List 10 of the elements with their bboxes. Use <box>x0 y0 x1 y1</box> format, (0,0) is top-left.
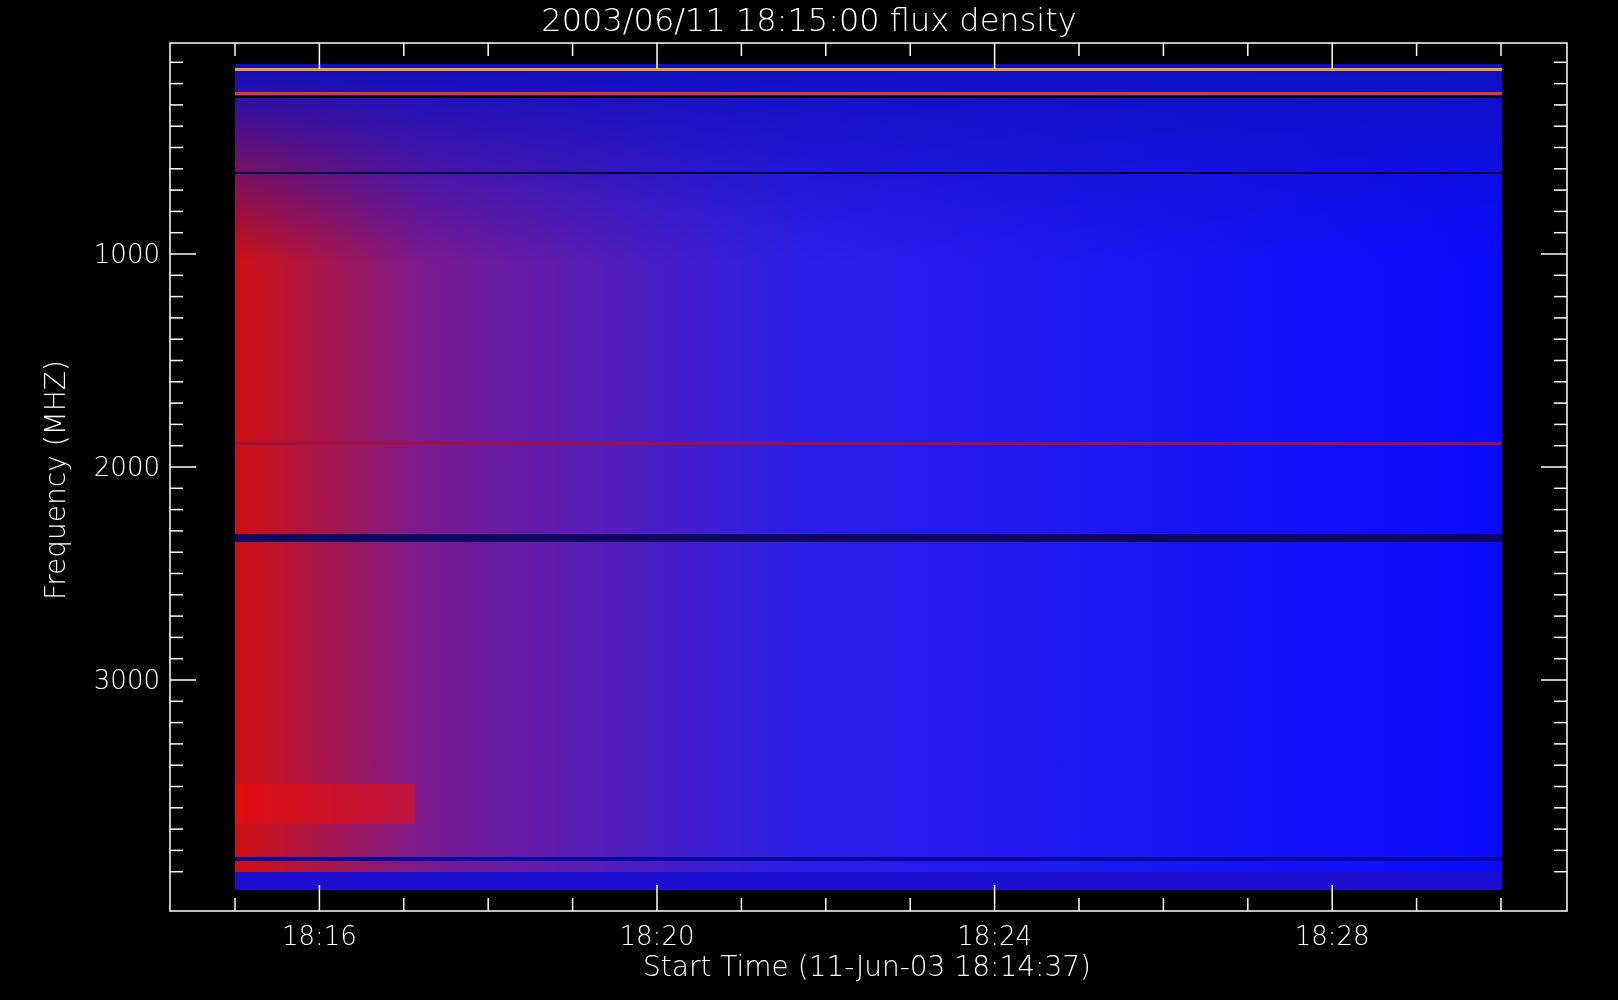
tick-label: 18:16 <box>281 921 357 951</box>
tick-label: 1000 <box>93 239 160 269</box>
axis-label: Frequency (MHZ) <box>39 360 72 600</box>
tick-label: 2000 <box>93 452 160 482</box>
tick-label: 18:20 <box>619 921 695 951</box>
tick-label: 18:24 <box>957 921 1033 951</box>
tick-label: 18:28 <box>1294 921 1370 951</box>
chart-title: 2003/06/11 18:15:00 flux density <box>541 1 1077 39</box>
axis-label: Start Time (11-Jun-03 18:14:37) <box>643 950 1091 983</box>
tick-label: 3000 <box>93 665 160 695</box>
